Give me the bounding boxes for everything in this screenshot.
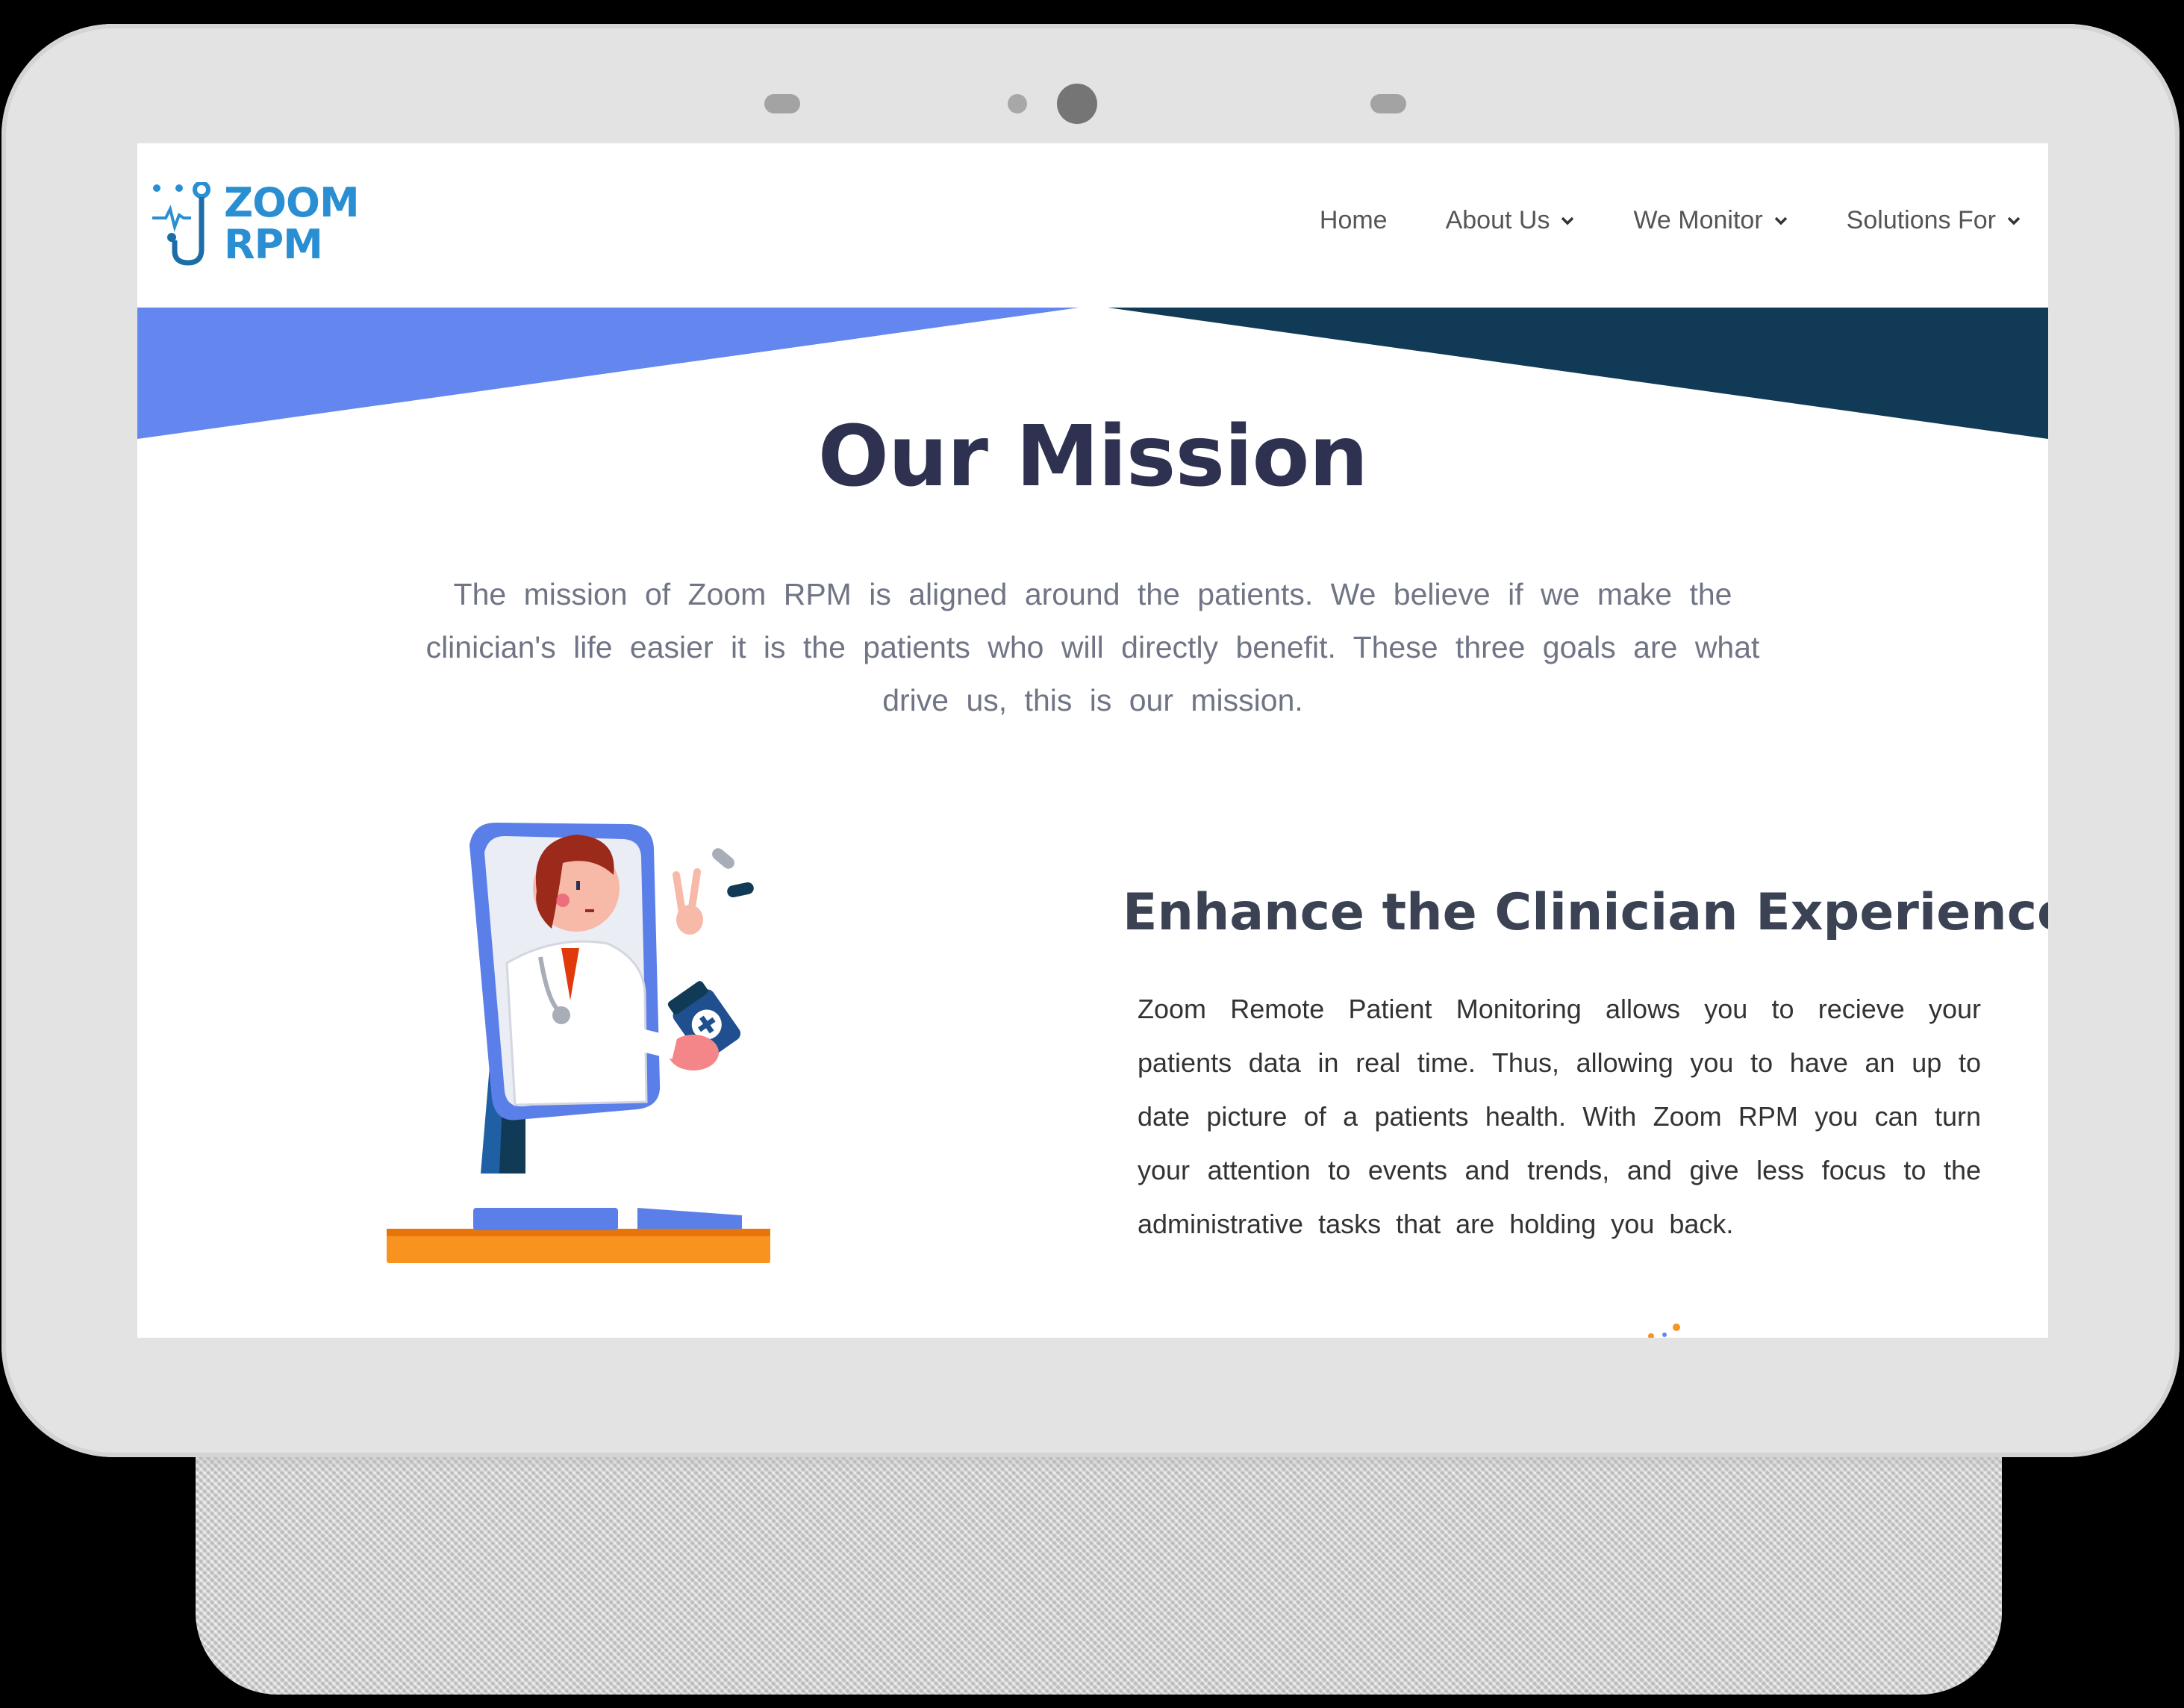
stethoscope-icon: [152, 182, 210, 266]
mission-statement: The mission of Zoom RPM is aligned aroun…: [425, 577, 1760, 717]
left-sensor: [764, 94, 800, 113]
nav-we-monitor-label: We Monitor: [1633, 206, 1763, 234]
nav-about-us[interactable]: About Us: [1446, 206, 1576, 235]
nav-home-label: Home: [1319, 206, 1388, 234]
device-screen: ZOOM RPM Home About Us We Monitor Soluti…: [137, 143, 2048, 1338]
chevron-down-icon: [1561, 216, 1574, 225]
logo-line-zoom: ZOOM: [224, 179, 360, 226]
site-header: ZOOM RPM Home About Us We Monitor Soluti…: [137, 143, 2048, 308]
nav-solutions-for-label: Solutions For: [1846, 206, 1996, 234]
logo-wordmark: ZOOM RPM: [224, 179, 360, 268]
site-logo[interactable]: ZOOM RPM: [149, 182, 373, 268]
doctor-with-medicine-illustration: [387, 823, 770, 1263]
right-sensor: [1370, 94, 1406, 113]
chevron-down-icon: [2007, 216, 2021, 225]
nav-solutions-for[interactable]: Solutions For: [1847, 206, 2021, 235]
ambient-light-sensor: [1008, 94, 1027, 113]
main-navigation: Home About Us We Monitor Solutions For: [1261, 206, 2021, 235]
nav-home[interactable]: Home: [1320, 206, 1388, 235]
logo-line-rpm: RPM: [224, 221, 323, 268]
chevron-down-icon: [1774, 216, 1787, 225]
feature-description: Zoom Remote Patient Monitoring allows yo…: [1138, 994, 1981, 1239]
camera-icon: [1057, 84, 1097, 124]
nav-we-monitor[interactable]: We Monitor: [1633, 206, 1788, 235]
page-title: Our Mission: [817, 408, 1368, 506]
feature-title: Enhance the Clinician Experience: [1123, 883, 2048, 943]
nav-about-us-label: About Us: [1445, 206, 1550, 234]
speaker-fabric-base: [196, 1441, 2002, 1695]
decorative-dots-icon: [1648, 1324, 1680, 1338]
